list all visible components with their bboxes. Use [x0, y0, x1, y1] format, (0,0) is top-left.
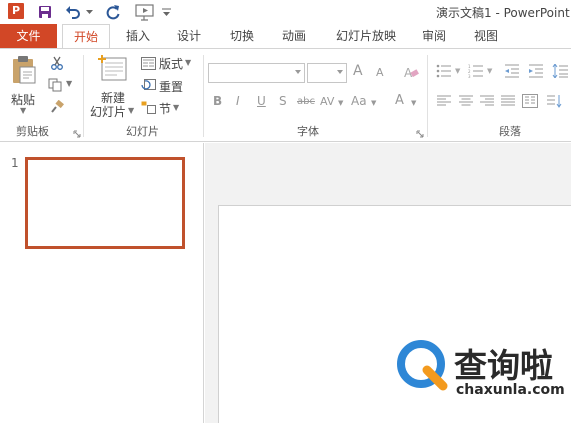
paste-dropdown-icon[interactable]: ▼	[20, 106, 26, 115]
new-slide-button[interactable]	[97, 54, 127, 86]
bullets-dropdown-icon[interactable]: ▼	[455, 67, 460, 75]
text-direction-icon[interactable]	[545, 93, 563, 109]
char-spacing-dropdown-icon[interactable]: ▼	[338, 99, 343, 107]
tab-file[interactable]: 文件	[0, 24, 57, 48]
section-dropdown-icon[interactable]: ▼	[173, 103, 179, 112]
new-slide-dropdown-icon[interactable]: ▼	[128, 106, 134, 115]
watermark-logo-icon	[397, 340, 449, 392]
slide-thumbnail[interactable]	[25, 157, 185, 249]
character-spacing-icon[interactable]: AV	[320, 95, 334, 108]
paste-button[interactable]	[10, 55, 38, 87]
redo-icon[interactable]	[104, 3, 122, 21]
decrease-indent-icon[interactable]	[503, 63, 521, 79]
font-group-label: 字体	[297, 125, 319, 138]
cut-icon[interactable]	[49, 55, 65, 71]
tab-insert[interactable]: 插入	[121, 24, 155, 48]
columns-icon[interactable]	[521, 93, 539, 109]
layout-icon[interactable]	[140, 56, 156, 70]
clipboard-group-label: 剪贴板	[16, 125, 49, 138]
powerpoint-app-icon[interactable]: P	[8, 3, 24, 19]
bullets-icon[interactable]	[435, 63, 453, 79]
tab-design[interactable]: 设计	[172, 24, 206, 48]
increase-indent-icon[interactable]	[527, 63, 545, 79]
numbering-icon[interactable]: 123	[467, 63, 485, 79]
watermark-url: chaxunla.com	[456, 382, 565, 398]
section-button[interactable]: 节	[159, 100, 171, 117]
window-title: 演示文稿1 - PowerPoint	[436, 6, 570, 20]
title-bar: P 演示文稿1 - PowerPoint	[0, 0, 571, 24]
font-color-icon[interactable]: A	[395, 93, 404, 108]
group-divider	[427, 55, 428, 137]
slides-group-label: 幻灯片	[126, 125, 159, 138]
save-icon[interactable]	[36, 3, 54, 21]
layout-button[interactable]: 版式	[159, 55, 183, 72]
chevron-down-icon	[337, 70, 343, 74]
numbering-dropdown-icon[interactable]: ▼	[487, 67, 492, 75]
reset-button[interactable]: 重置	[159, 78, 183, 95]
justify-icon[interactable]	[500, 94, 516, 108]
font-name-combobox[interactable]	[208, 63, 305, 83]
line-spacing-icon[interactable]	[551, 63, 569, 79]
start-slideshow-icon[interactable]	[134, 3, 156, 21]
increase-font-icon[interactable]: A	[353, 63, 363, 79]
align-center-icon[interactable]	[458, 94, 474, 108]
undo-icon[interactable]	[64, 3, 82, 21]
clipboard-icon	[11, 55, 37, 88]
svg-text:3: 3	[468, 74, 471, 78]
customize-quick-access-icon[interactable]	[160, 3, 172, 21]
align-left-icon[interactable]	[436, 94, 452, 108]
tab-home[interactable]: 开始	[62, 24, 110, 49]
format-painter-icon[interactable]	[49, 99, 65, 115]
layout-dropdown-icon[interactable]: ▼	[185, 58, 191, 67]
strikethrough-icon[interactable]: abc	[297, 96, 315, 107]
reset-icon[interactable]	[140, 78, 156, 92]
tab-review[interactable]: 审阅	[417, 24, 451, 48]
section-icon[interactable]	[140, 100, 156, 114]
font-color-dropdown-icon[interactable]: ▼	[411, 99, 416, 107]
group-divider	[83, 55, 84, 137]
slide-number: 1	[11, 156, 19, 170]
dropdown-icon[interactable]	[84, 3, 94, 21]
underline-icon[interactable]: U	[257, 94, 266, 108]
ribbon: 粘贴 ▼ ▼ 剪贴板 新建 幻灯片 ▼ 版式 ▼ 重置 节 ▼ 幻灯片 A A …	[0, 48, 571, 142]
new-slide-label-line2[interactable]: 幻灯片	[90, 103, 126, 120]
paragraph-group-label: 段落	[499, 125, 521, 138]
tab-slideshow[interactable]: 幻灯片放映	[331, 24, 401, 48]
font-dialog-launcher-icon[interactable]	[416, 127, 424, 138]
font-size-combobox[interactable]	[307, 63, 347, 83]
decrease-font-icon[interactable]: A	[376, 66, 384, 79]
group-divider	[203, 55, 204, 137]
change-case-icon[interactable]: Aa	[351, 94, 367, 108]
tab-animations[interactable]: 动画	[277, 24, 311, 48]
tab-transitions[interactable]: 切换	[225, 24, 259, 48]
chevron-down-icon	[295, 70, 301, 74]
slide-thumbnail-pane: 1	[0, 143, 204, 423]
tab-view[interactable]: 视图	[469, 24, 503, 48]
bold-icon[interactable]: B	[213, 94, 222, 108]
watermark-title: 查询啦	[454, 346, 553, 385]
shadow-icon[interactable]: S	[279, 94, 287, 108]
align-right-icon[interactable]	[479, 94, 495, 108]
change-case-dropdown-icon[interactable]: ▼	[371, 99, 376, 107]
copy-icon[interactable]	[47, 77, 63, 93]
clear-formatting-icon[interactable]: A	[402, 64, 420, 80]
ribbon-tab-bar: 文件 开始 插入 设计 切换 动画 幻灯片放映 审阅 视图	[0, 24, 571, 49]
italic-icon[interactable]: I	[236, 94, 240, 108]
copy-dropdown-icon[interactable]: ▼	[66, 79, 72, 88]
new-slide-icon	[97, 54, 127, 86]
clipboard-dialog-launcher-icon[interactable]	[73, 127, 81, 138]
